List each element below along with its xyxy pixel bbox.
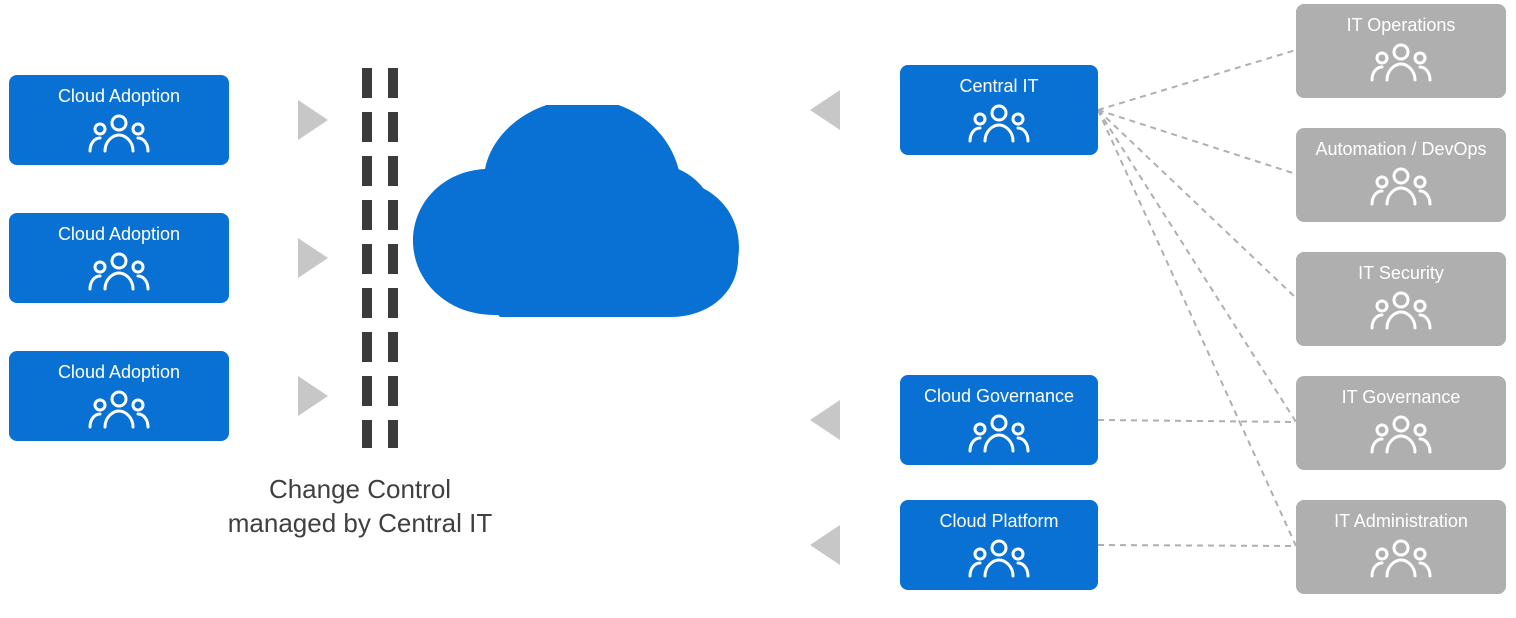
dash-bar-right xyxy=(388,68,398,448)
people-icon xyxy=(1366,536,1436,580)
people-icon xyxy=(84,111,154,155)
box-cloud-governance: Cloud Governance xyxy=(900,375,1098,465)
box-it-security: IT Security xyxy=(1296,252,1506,346)
people-icon xyxy=(964,101,1034,145)
box-cloud-adoption-1: Cloud Adoption xyxy=(9,75,229,165)
box-it-operations: IT Operations xyxy=(1296,4,1506,98)
box-central-it: Central IT xyxy=(900,65,1098,155)
box-cloud-platform: Cloud Platform xyxy=(900,500,1098,590)
people-icon xyxy=(84,387,154,431)
box-automation-devops: Automation / DevOps xyxy=(1296,128,1506,222)
box-it-administration: IT Administration xyxy=(1296,500,1506,594)
people-icon xyxy=(84,249,154,293)
arrow-right-2 xyxy=(298,238,328,278)
people-icon xyxy=(964,411,1034,455)
label: Cloud Platform xyxy=(900,510,1098,532)
arrow-right-1 xyxy=(298,100,328,140)
label: IT Operations xyxy=(1296,14,1506,36)
arrow-left-1 xyxy=(810,90,840,130)
arrow-right-3 xyxy=(298,376,328,416)
people-icon xyxy=(1366,164,1436,208)
arrow-left-3 xyxy=(810,525,840,565)
people-icon xyxy=(1366,40,1436,84)
label: IT Governance xyxy=(1296,386,1506,408)
box-cloud-adoption-2: Cloud Adoption xyxy=(9,213,229,303)
dash-bar-left xyxy=(362,68,372,448)
label: Central IT xyxy=(900,75,1098,97)
cloud-icon xyxy=(400,105,740,335)
label: Automation / DevOps xyxy=(1296,138,1506,160)
label: Cloud Adoption xyxy=(9,361,229,383)
label: Cloud Governance xyxy=(900,385,1098,407)
arrow-left-2 xyxy=(810,400,840,440)
people-icon xyxy=(1366,412,1436,456)
people-icon xyxy=(964,536,1034,580)
label: Cloud Adoption xyxy=(9,85,229,107)
box-cloud-adoption-3: Cloud Adoption xyxy=(9,351,229,441)
label: Cloud Adoption xyxy=(9,223,229,245)
label: IT Security xyxy=(1296,262,1506,284)
caption-change-control: Change Control managed by Central IT xyxy=(225,472,495,540)
label: IT Administration xyxy=(1296,510,1506,532)
people-icon xyxy=(1366,288,1436,332)
box-it-governance: IT Governance xyxy=(1296,376,1506,470)
